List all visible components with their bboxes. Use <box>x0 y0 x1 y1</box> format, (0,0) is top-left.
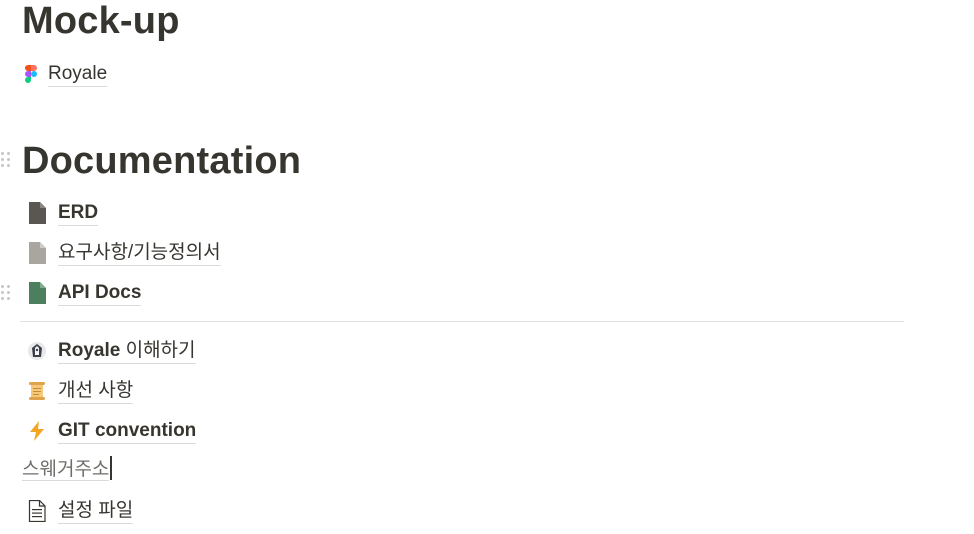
figma-link-label[interactable]: Royale <box>48 62 108 87</box>
figma-icon <box>22 63 40 85</box>
mascot-icon <box>26 340 48 362</box>
royale-strong-text: Royale <box>58 339 121 361</box>
mockup-heading: Mock-up <box>22 0 180 42</box>
page-link-label[interactable]: 개선 사항 <box>58 379 134 404</box>
page-link-label[interactable]: GIT convention <box>58 419 197 444</box>
document-icon <box>26 500 48 522</box>
divider <box>20 321 904 322</box>
drag-handle-icon[interactable] <box>0 284 12 302</box>
text-caret <box>110 456 113 480</box>
page-link-improvements[interactable]: 개선 사항 <box>26 376 134 406</box>
page-link-label[interactable]: ERD <box>58 201 99 226</box>
page-link-api-docs[interactable]: API Docs <box>26 278 142 308</box>
documentation-heading: Documentation <box>22 140 302 182</box>
drag-handle-icon[interactable] <box>0 151 12 169</box>
figma-link-royale[interactable]: Royale <box>22 59 108 89</box>
scroll-icon <box>26 380 48 402</box>
page-link-label[interactable]: 요구사항/기능정의서 <box>58 241 221 266</box>
page-link-royale-understanding[interactable]: Royale 이해하기 <box>26 336 196 366</box>
page-icon <box>26 242 48 264</box>
page-link-requirements[interactable]: 요구사항/기능정의서 <box>26 238 221 268</box>
lightning-icon <box>26 420 48 442</box>
page-icon <box>26 202 48 224</box>
swagger-address-text[interactable]: 스웨거주소 <box>22 459 110 481</box>
page-link-label[interactable]: API Docs <box>58 281 142 306</box>
page-link-label[interactable]: Royale 이해하기 <box>58 339 196 364</box>
page-link-git-convention[interactable]: GIT convention <box>26 416 197 446</box>
page-link-erd[interactable]: ERD <box>26 198 99 228</box>
page-link-settings-file[interactable]: 설정 파일 <box>26 496 134 526</box>
royale-rest-text: 이해하기 <box>120 339 196 361</box>
editing-text-block[interactable]: 스웨거주소 <box>22 456 113 484</box>
page-icon <box>26 282 48 304</box>
page-link-label[interactable]: 설정 파일 <box>58 499 134 524</box>
